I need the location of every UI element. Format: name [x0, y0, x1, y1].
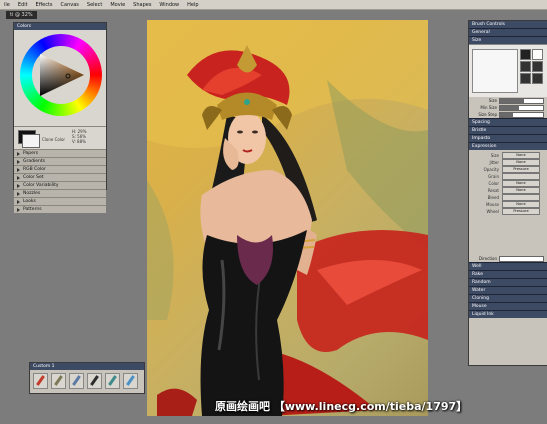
menu-canvas[interactable]: Canvas — [57, 2, 83, 8]
min-size-slider-row: Min Size — [469, 104, 547, 111]
brush-size-preview — [472, 49, 518, 93]
size-preview-area — [469, 44, 547, 97]
value-value: V: 88% — [72, 139, 86, 144]
expression-size-select[interactable]: None — [502, 152, 540, 159]
expression-size-row: Size None — [469, 152, 547, 159]
section-mouse[interactable]: Mouse — [469, 302, 547, 310]
expression-opacity-row: Opacity Pressure — [469, 166, 547, 173]
panel-row-gradients[interactable]: Gradients — [14, 157, 106, 165]
painting-canvas[interactable] — [147, 20, 428, 416]
custom-palette: Custom 1 — [29, 362, 145, 394]
panel-row-rgb-color[interactable]: RGB Color — [14, 165, 106, 173]
additional-color-swatch[interactable] — [22, 134, 40, 148]
expression-spacer — [469, 215, 547, 255]
min-size-slider[interactable] — [499, 104, 544, 111]
panel-row-papers[interactable]: Papers — [14, 149, 106, 157]
menu-effects[interactable]: Effects — [32, 2, 57, 8]
colors-panel-title[interactable]: Colors — [14, 23, 106, 30]
expression-grain-row: Grain — [469, 173, 547, 180]
expression-grain-select[interactable] — [502, 173, 540, 180]
expression-bleed-row: Bleed — [469, 194, 547, 201]
panel-row-patterns[interactable]: Patterns — [14, 205, 106, 213]
expression-color-select[interactable]: None — [502, 180, 540, 187]
section-size[interactable]: Size — [469, 36, 547, 44]
expression-opacity-select[interactable]: Pressure — [502, 166, 540, 173]
section-well[interactable]: Well — [469, 262, 547, 270]
color-wheel-area — [14, 30, 106, 126]
pointed-tip-icon[interactable] — [520, 73, 531, 84]
saturation-value-triangle[interactable] — [32, 46, 90, 104]
panel-row-color-variability[interactable]: Color Variability — [14, 181, 106, 189]
direction-slider[interactable] — [499, 255, 544, 262]
round-tip-icon[interactable] — [520, 49, 531, 60]
size-step-slider-row: Size Step — [469, 111, 547, 118]
size-slider[interactable] — [499, 97, 544, 104]
watermark-text: 原画绘画吧 【www.linecg.com/tieba/1797】 — [215, 400, 468, 413]
section-expression[interactable]: Expression — [469, 142, 547, 150]
artwork — [147, 20, 428, 416]
section-cloning[interactable]: Cloning — [469, 294, 547, 302]
section-rake[interactable]: Rake — [469, 270, 547, 278]
menu-file[interactable]: ile — [0, 2, 14, 8]
section-water[interactable]: Water — [469, 286, 547, 294]
section-bristle[interactable]: Bristle — [469, 126, 547, 134]
marker-icon[interactable] — [87, 373, 102, 389]
direction-row: Direction — [469, 255, 547, 262]
section-liquid-ink[interactable]: Liquid Ink — [469, 310, 547, 318]
section-spacing[interactable]: Spacing — [469, 118, 547, 126]
triangle-tip-icon[interactable] — [520, 61, 531, 72]
section-random[interactable]: Random — [469, 278, 547, 286]
color-swatches: Clone Color H: 29% S: 56% V: 88% — [14, 126, 106, 149]
document-tab[interactable]: ti @ 32% — [6, 11, 37, 19]
size-slider-row: Size — [469, 97, 547, 104]
expression-mouse-select[interactable]: None — [502, 201, 540, 208]
section-general[interactable]: General — [469, 28, 547, 36]
menu-movie[interactable]: Movie — [106, 2, 129, 8]
clone-color-label[interactable]: Clone Color — [42, 137, 65, 142]
custom-palette-title[interactable]: Custom 1 — [30, 363, 144, 370]
expression-wheel-row: Wheel Pressure — [469, 208, 547, 215]
expression-jitter-select[interactable]: None — [502, 159, 540, 166]
size-step-slider[interactable] — [499, 111, 544, 118]
blender-icon[interactable] — [123, 373, 138, 389]
brush-controls-title[interactable]: Brush Controls — [469, 21, 547, 28]
expression-wheel-select[interactable]: Pressure — [502, 208, 540, 215]
menu-help[interactable]: Help — [183, 2, 202, 8]
section-impasto[interactable]: Impasto — [469, 134, 547, 142]
menu-shapes[interactable]: Shapes — [129, 2, 155, 8]
brush-controls-panel: Brush Controls General Size Size Min Siz… — [468, 20, 547, 366]
menu-edit[interactable]: Edit — [14, 2, 32, 8]
panel-row-color-set[interactable]: Color Set — [14, 173, 106, 181]
pen-icon[interactable] — [105, 373, 120, 389]
expression-color-row: Color None — [469, 180, 547, 187]
menu-select[interactable]: Select — [83, 2, 106, 8]
menu-window[interactable]: Window — [155, 2, 183, 8]
panel-row-nozzles[interactable]: Nozzles — [14, 189, 106, 197]
eraser-icon[interactable] — [33, 373, 48, 389]
colors-panel: Colors Clone Color H: 29% S: 56% V: 88% — [13, 22, 107, 213]
flat-tip-icon[interactable] — [532, 61, 543, 72]
expression-mouse-row: Mouse None — [469, 201, 547, 208]
panel-row-looks[interactable]: Looks — [14, 197, 106, 205]
document-bar: ti @ 32% — [0, 10, 130, 20]
expression-jitter-row: Jitter None — [469, 159, 547, 166]
square-tip-icon[interactable] — [532, 49, 543, 60]
expression-resat-select[interactable]: None — [502, 187, 540, 194]
brush-icon[interactable] — [69, 373, 84, 389]
expression-bleed-select[interactable] — [502, 194, 540, 201]
hsv-readout: H: 29% S: 56% V: 88% — [72, 129, 87, 144]
expression-resat-row: Resat None — [469, 187, 547, 194]
pencil-icon[interactable] — [51, 373, 66, 389]
menu-bar: ile Edit Effects Canvas Select Movie Sha… — [0, 0, 547, 10]
wide-tip-icon[interactable] — [532, 73, 543, 84]
